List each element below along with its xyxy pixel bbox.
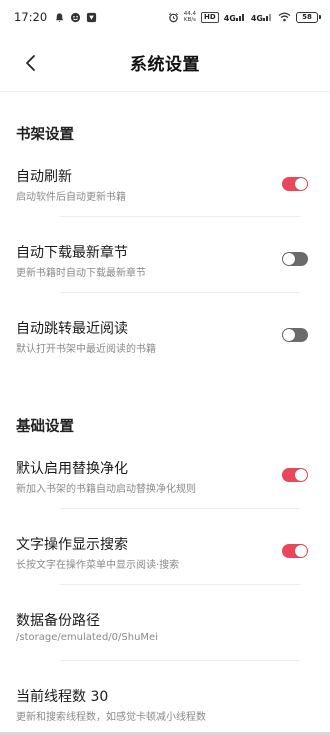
toggle-knob	[295, 469, 307, 481]
setting-replace-purify[interactable]: 默认启用替换净化 新加入书架的书籍自动启动替换净化规则	[0, 458, 330, 528]
text-search-toggle[interactable]	[282, 544, 308, 558]
setting-title: 数据备份路径	[16, 613, 100, 629]
replace-purify-toggle[interactable]	[282, 468, 308, 482]
setting-title: 默认启用替换净化	[16, 461, 128, 477]
section-title-bookshelf: 书架设置	[16, 127, 74, 143]
signal-bars-icon	[235, 13, 244, 21]
wifi-icon	[278, 12, 291, 22]
setting-title: 文字操作显示搜索	[16, 537, 128, 553]
status-time: 17:20	[14, 10, 48, 24]
signal-4g-2-icon: 4G	[251, 12, 273, 23]
net1-label: 4G	[223, 13, 236, 23]
notification-bell-icon	[55, 12, 64, 22]
setting-title: 自动下载最新章节	[16, 245, 128, 261]
auto-refresh-toggle[interactable]	[282, 177, 308, 191]
battery-level: 58	[302, 12, 312, 21]
divider	[60, 508, 300, 509]
toggle-knob	[295, 545, 307, 557]
setting-title: 自动刷新	[16, 169, 72, 185]
divider	[60, 660, 300, 661]
divider	[60, 292, 300, 293]
chevron-left-icon	[26, 55, 35, 71]
back-button[interactable]	[16, 48, 46, 78]
page-title: 系统设置	[130, 55, 200, 75]
section-title-basic: 基础设置	[16, 419, 74, 435]
status-left: 17:20	[14, 10, 97, 24]
setting-thread-count[interactable]: 当前线程数 30 更新和搜索线程数，如感觉卡顿减小线程数	[0, 686, 330, 735]
setting-subtitle: 更新书籍时自动下载最新章节	[16, 268, 146, 279]
divider	[60, 584, 300, 585]
setting-subtitle: 启动软件后自动更新书籍	[16, 192, 126, 203]
setting-auto-download[interactable]: 自动下载最新章节 更新书籍时自动下载最新章节	[0, 242, 330, 312]
setting-subtitle: 新加入书架的书籍自动启动替换净化规则	[16, 484, 196, 495]
setting-auto-refresh[interactable]: 自动刷新 启动软件后自动更新书籍	[0, 166, 330, 236]
signal-bars-icon	[263, 13, 271, 21]
setting-auto-jump[interactable]: 自动跳转最近阅读 默认打开书架中最近阅读的书籍	[0, 318, 330, 388]
auto-jump-toggle[interactable]	[282, 328, 308, 342]
setting-subtitle: 更新和搜索线程数，如感觉卡顿减小线程数	[16, 712, 206, 723]
auto-download-toggle[interactable]	[282, 252, 308, 266]
toggle-knob	[283, 329, 295, 341]
battery-icon: 58	[296, 11, 321, 23]
setting-text-search[interactable]: 文字操作显示搜索 长按文字在操作菜单中显示阅读·搜索	[0, 534, 330, 604]
app-square-icon	[87, 12, 97, 22]
setting-title: 自动跳转最近阅读	[16, 321, 128, 337]
setting-subtitle: 长按文字在操作菜单中显示阅读·搜索	[16, 560, 180, 571]
toggle-knob	[295, 178, 307, 190]
app-face-icon	[71, 12, 81, 22]
signal-4g-1-icon: 4G	[224, 12, 246, 23]
hd-badge: HD	[201, 11, 219, 23]
divider	[60, 216, 300, 217]
setting-backup-path[interactable]: 数据备份路径 /storage/emulated/0/ShuMei	[0, 610, 330, 680]
status-right: 44.4 KB/s HD 4G 4G 58	[168, 11, 321, 23]
net2-label: 4G	[250, 13, 263, 23]
setting-title: 当前线程数 30	[16, 689, 109, 705]
app-header: 系统设置	[0, 34, 330, 92]
setting-subtitle: /storage/emulated/0/ShuMei	[16, 632, 158, 643]
network-speed: 44.4 KB/s	[184, 11, 196, 23]
network-speed-unit: KB/s	[183, 17, 196, 23]
alarm-clock-icon	[168, 12, 178, 22]
status-bar: 17:20 44.4 KB/s HD 4G 4G 58	[0, 0, 330, 34]
setting-subtitle: 默认打开书架中最近阅读的书籍	[16, 344, 156, 355]
settings-list[interactable]: 书架设置 自动刷新 启动软件后自动更新书籍 自动下载最新章节 更新书籍时自动下载…	[0, 93, 330, 735]
toggle-knob	[283, 253, 295, 265]
